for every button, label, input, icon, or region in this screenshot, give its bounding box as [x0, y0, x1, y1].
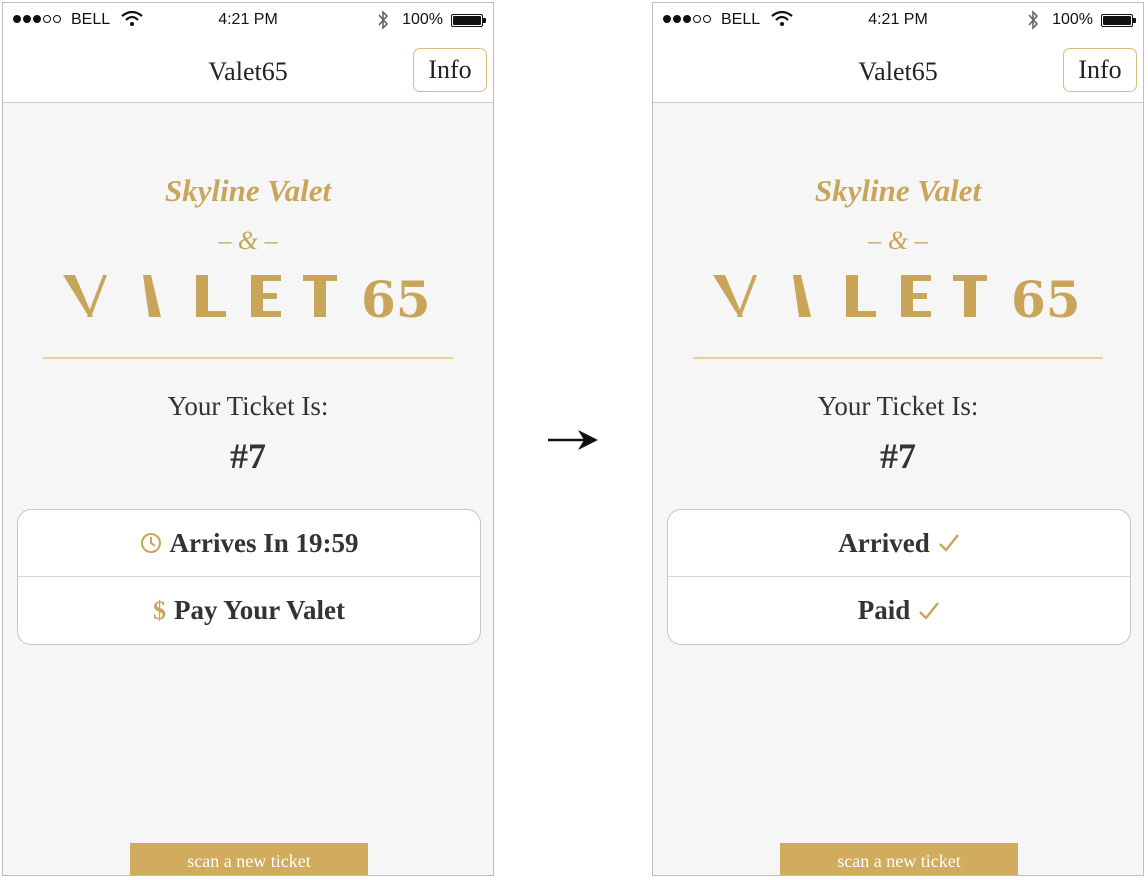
svg-text:65: 65: [1011, 270, 1081, 325]
battery-icon: [451, 14, 486, 27]
battery-percent: 100%: [402, 11, 443, 28]
payment-status-row[interactable]: Paid: [668, 577, 1130, 644]
bluetooth-icon: [378, 10, 389, 30]
phone-screen-before: BELL 4:21 PM 100% Valet65 Info Skyline V…: [2, 2, 494, 876]
battery-percent: 100%: [1052, 11, 1093, 28]
valet65-logo: 65: [713, 270, 1081, 325]
ticket-actions-card: Arrives In 19:59 $ Pay Your Valet: [17, 509, 481, 645]
ticket-label: Your Ticket Is:: [167, 391, 329, 421]
right-arrow-icon: [548, 430, 598, 450]
ticket-actions-card: Arrived Paid: [667, 509, 1131, 645]
brand-skyline-valet: Skyline Valet: [164, 173, 332, 208]
clock-icon: [140, 533, 161, 553]
check-icon: [938, 534, 959, 552]
info-button[interactable]: Info: [1063, 48, 1137, 92]
brand-divider: [693, 357, 1103, 359]
brand-ampersand: – & –: [218, 226, 278, 255]
brand-divider: [43, 357, 453, 359]
info-button[interactable]: Info: [413, 48, 487, 92]
pay-valet-button[interactable]: $ Pay Your Valet: [18, 577, 480, 644]
svg-text:65: 65: [361, 270, 431, 325]
pay-valet-label: Pay Your Valet: [173, 595, 346, 625]
payment-status-text: Paid: [857, 595, 911, 625]
scan-new-ticket-button[interactable]: scan a new ticket: [130, 843, 368, 875]
dollar-icon: $: [152, 595, 166, 625]
scan-new-ticket-button[interactable]: scan a new ticket: [780, 843, 1018, 875]
navigation-bar: Valet65 Info: [3, 39, 493, 103]
arrival-status-row[interactable]: Arrives In 19:59: [18, 510, 480, 577]
check-icon: [919, 601, 940, 620]
phone-screen-after: BELL 4:21 PM 100% Valet65 Info Skyline V…: [652, 2, 1144, 876]
arrival-status-row[interactable]: Arrived: [668, 510, 1130, 577]
brand-ampersand: – & –: [868, 226, 928, 255]
brand-skyline-valet: Skyline Valet: [814, 173, 982, 208]
ticket-label: Your Ticket Is:: [817, 391, 979, 421]
arrival-status-text: Arrives In 19:59: [169, 527, 359, 558]
status-bar: BELL 4:21 PM 100%: [3, 3, 493, 39]
status-bar: BELL 4:21 PM 100%: [653, 3, 1143, 39]
navigation-bar: Valet65 Info: [653, 39, 1143, 103]
bluetooth-icon: [1028, 10, 1039, 30]
ticket-number: #7: [880, 436, 916, 476]
valet65-logo: 65: [63, 270, 431, 325]
ticket-number: #7: [230, 436, 266, 476]
battery-icon: [1101, 14, 1136, 27]
arrival-status-text: Arrived: [838, 527, 930, 558]
